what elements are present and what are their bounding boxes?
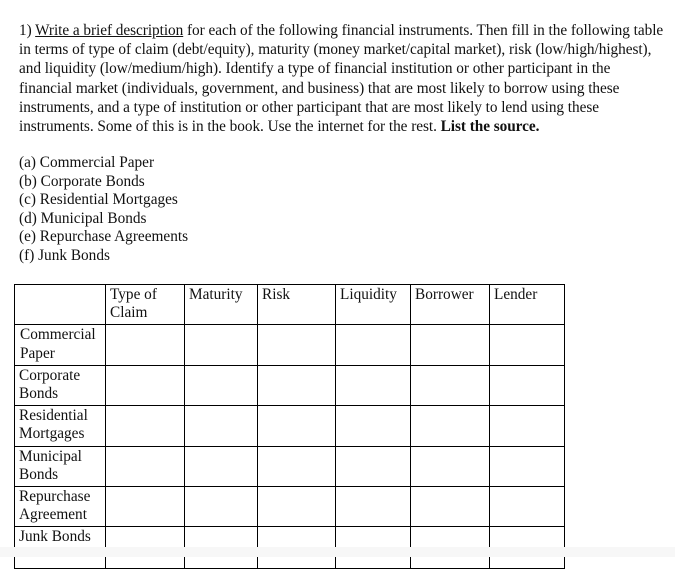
answer-cell-type-of-claim[interactable] (105, 405, 185, 447)
row-label-cell: Corporate Bonds (14, 364, 106, 407)
answer-cell-maturity[interactable] (184, 324, 258, 366)
answer-cell-type-of-claim[interactable] (105, 324, 185, 366)
table-row: Municipal Bonds (14, 445, 565, 488)
row-label-cell: Commercial Paper (14, 324, 106, 366)
table-header-cell-lender: Lender (489, 283, 565, 326)
answer-cell-borrower[interactable] (410, 405, 490, 447)
row-label: Corporate Bonds (19, 366, 81, 403)
answer-cell-borrower[interactable] (410, 364, 490, 407)
answer-cell-maturity[interactable] (184, 405, 258, 447)
list-item: (f) Junk Bonds (19, 246, 110, 264)
table-row: Repurchase Agreement (14, 486, 565, 528)
answer-cell-lender[interactable] (489, 324, 565, 366)
answer-cell-maturity[interactable] (184, 364, 258, 407)
table-header-cell-maturity: Maturity (184, 283, 258, 326)
answer-cell-lender[interactable] (489, 405, 565, 447)
instrument-list: (a) Commercial Paper (b) Corporate Bonds… (19, 154, 419, 266)
answer-cell-type-of-claim[interactable] (105, 364, 185, 407)
table-header-cell-liquidity: Liquidity (335, 283, 411, 326)
row-label-cell: Residential Mortgages (14, 405, 106, 447)
question-number: 1) (19, 22, 32, 40)
answer-cell-liquidity[interactable] (335, 364, 411, 407)
question-paragraph: 1) Write a brief description for each of… (19, 21, 665, 136)
answer-cell-lender[interactable] (489, 486, 565, 528)
answer-cell-lender[interactable] (489, 364, 565, 407)
answer-cell-risk[interactable] (257, 364, 336, 407)
answer-cell-risk[interactable] (257, 445, 336, 488)
answer-cell-risk[interactable] (257, 486, 336, 528)
table-row: Commercial Paper (14, 324, 565, 366)
table-header-cell-type-of-claim: Type of Claim (105, 283, 185, 326)
question-underlined-lead: Write a brief description (35, 22, 184, 40)
answer-cell-maturity[interactable] (184, 486, 258, 528)
list-item: (b) Corporate Bonds (19, 172, 145, 190)
table-header-cell-risk: Risk (257, 283, 336, 326)
row-label-cell: Repurchase Agreement (14, 486, 106, 528)
answer-cell-type-of-claim[interactable] (105, 486, 185, 528)
answer-cell-lender[interactable] (489, 445, 565, 488)
answer-cell-maturity[interactable] (184, 445, 258, 488)
list-item: (c) Residential Mortgages (19, 191, 178, 209)
answer-cell-borrower[interactable] (410, 486, 490, 528)
table-header-row: Type of Claim Maturity Risk Liquidity Bo… (14, 283, 565, 326)
row-label-cell: Municipal Bonds (14, 445, 106, 488)
instrument-attributes-table: Type of Claim Maturity Risk Liquidity Bo… (14, 283, 565, 569)
table-row: Residential Mortgages (14, 405, 565, 447)
row-label: Municipal Bonds (19, 447, 82, 483)
list-item: (e) Repurchase Agreements (19, 228, 189, 246)
page-bottom-edge (0, 547, 675, 557)
answer-cell-risk[interactable] (257, 405, 336, 447)
table-header-cell-borrower: Borrower (410, 283, 490, 326)
list-item: (a) Commercial Paper (19, 154, 155, 171)
answer-cell-liquidity[interactable] (335, 445, 411, 488)
row-label: Residential Mortgages (19, 407, 88, 443)
answer-cell-liquidity[interactable] (335, 486, 411, 528)
table-header-label: Borrower (415, 286, 474, 303)
table-header-label: Lender (494, 286, 538, 303)
answer-cell-liquidity[interactable] (335, 405, 411, 447)
table-header-label: Maturity (189, 286, 243, 303)
table-header-label: Liquidity (340, 286, 397, 303)
table-row: Corporate Bonds (14, 364, 565, 407)
row-label: Junk Bonds (19, 528, 91, 546)
row-label: Repurchase Agreement (19, 488, 91, 524)
document-page: 1) Write a brief description for each of… (0, 0, 675, 569)
answer-cell-type-of-claim[interactable] (105, 445, 185, 488)
row-label: Commercial Paper (20, 326, 96, 362)
table-header-cell-corner (14, 283, 106, 326)
answer-cell-borrower[interactable] (410, 445, 490, 488)
answer-cell-borrower[interactable] (410, 324, 490, 366)
question-bold-tail: List the source. (440, 117, 540, 135)
table-header-label: Type of Claim (110, 286, 157, 322)
answer-cell-liquidity[interactable] (335, 324, 411, 366)
table-header-label: Risk (262, 286, 291, 303)
list-item: (d) Municipal Bonds (19, 209, 147, 227)
answer-cell-risk[interactable] (257, 324, 336, 366)
